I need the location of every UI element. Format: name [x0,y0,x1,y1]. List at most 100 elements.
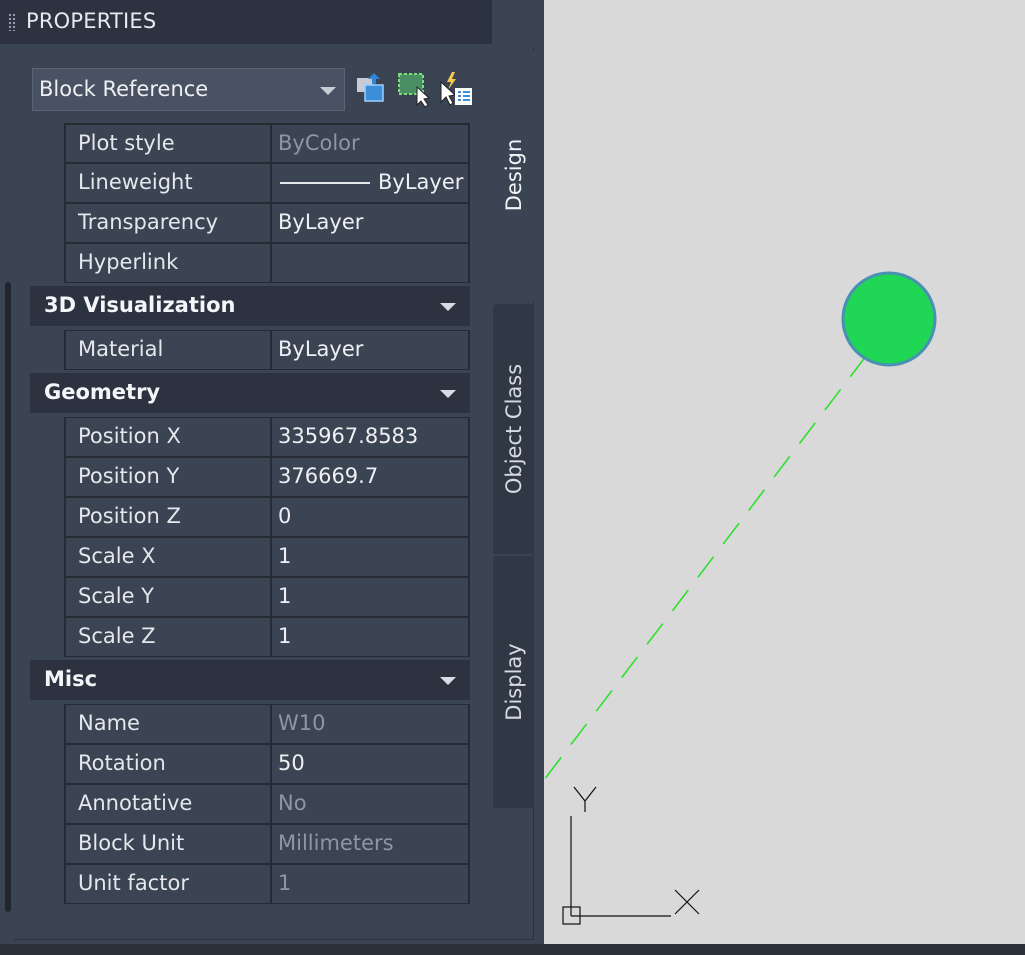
property-value[interactable]: 50 [274,745,468,783]
category-bar: Misc [30,660,470,700]
property-label: Annotative [66,785,272,823]
property-value[interactable]: 376669.7 [274,458,468,496]
property-label: Rotation [66,745,272,783]
property-value[interactable]: ByColor [274,125,468,163]
property-value[interactable]: ByLayer [274,204,468,242]
property-cells: Scale Z1 [64,617,470,657]
property-cells: Rotation 50 [64,744,470,784]
property-row[interactable]: Rotation 50 [30,744,470,784]
dashed-line[interactable] [543,355,867,781]
property-value[interactable]: 1 [274,538,468,576]
property-value[interactable]: ByLayer [274,331,468,369]
property-cells: Position X 335967.8583 [64,417,470,457]
status-strip [0,944,1025,955]
property-row[interactable]: Block Unit Millimeters [30,824,470,864]
select-objects-icon[interactable] [396,70,432,108]
row-indent [30,123,64,163]
property-cells: Hyperlink [64,243,470,283]
property-row[interactable]: Hyperlink [30,243,470,283]
row-indent [30,824,64,864]
property-row[interactable]: Scale X1 [30,537,470,577]
property-row[interactable]: Plot style ByColor [30,123,470,163]
property-label: Unit factor [66,865,272,903]
property-cells: Name W10 [64,704,470,744]
property-label: Scale Z [66,618,272,656]
property-row[interactable]: Unit factor 1 [30,864,470,904]
property-row[interactable]: Position Z0 [30,497,470,537]
category-bar: 3D Visualization [30,286,470,326]
category-header[interactable]: Misc [30,657,470,704]
property-cells: Material ByLayer [64,330,470,370]
property-label: Scale Y [66,578,272,616]
property-value[interactable]: 1 [274,865,468,903]
drag-grip-icon[interactable] [8,13,17,31]
property-label: Lineweight [66,164,272,202]
block-circle[interactable] [841,271,937,367]
drawing-canvas[interactable] [543,0,1025,944]
row-indent [30,163,64,203]
row-indent [30,537,64,577]
property-cells: Unit factor 1 [64,864,470,904]
property-label: Position X [66,418,272,456]
property-row[interactable]: Name W10 [30,704,470,744]
property-cells: Position Y 376669.7 [64,457,470,497]
tab-design[interactable]: Design [493,48,534,302]
lineweight-sample [280,182,370,184]
palette-title: PROPERTIES [26,9,157,33]
toggle-pickadd-icon[interactable] [438,70,474,108]
object-type-dropdown[interactable]: Block Reference [32,68,345,111]
tab-display[interactable]: Display [493,556,534,808]
property-value[interactable] [274,244,468,282]
row-indent [30,617,64,657]
row-indent [30,744,64,784]
collapse-chevron-icon[interactable] [440,677,456,685]
property-value[interactable]: No [274,785,468,823]
row-indent [30,457,64,497]
tab-design-label: Design [501,138,526,212]
row-indent [30,704,64,744]
property-row[interactable]: Lineweight ByLayer [30,163,470,203]
property-row[interactable]: Annotative No [30,784,470,824]
collapse-chevron-icon[interactable] [440,303,456,311]
chevron-down-icon [320,87,336,95]
property-label: Position Y [66,458,272,496]
category-header[interactable]: 3D Visualization [30,283,470,330]
property-cells: Annotative No [64,784,470,824]
property-cells: Lineweight ByLayer [64,163,470,203]
property-cells: Plot style ByColor [64,123,470,163]
property-value[interactable]: ByLayer [274,164,468,202]
tab-display-label: Display [501,643,526,721]
property-label: Scale X [66,538,272,576]
property-value[interactable]: W10 [274,705,468,743]
property-value[interactable]: 0 [274,498,468,536]
property-row[interactable]: Material ByLayer [30,330,470,370]
property-cells: Transparency ByLayer [64,203,470,243]
property-row[interactable]: Scale Z1 [30,617,470,657]
property-cells: Block Unit Millimeters [64,824,470,864]
property-label: Transparency [66,204,272,242]
property-row[interactable]: Scale Y1 [30,577,470,617]
quick-select-icon[interactable] [354,70,390,108]
category-bar: Geometry [30,373,470,413]
property-label: Hyperlink [66,244,272,282]
scrollbar[interactable] [5,282,11,912]
tab-object-class-label: Object Class [501,363,526,495]
property-label: Block Unit [66,825,272,863]
property-value[interactable]: Millimeters [274,825,468,863]
property-row[interactable]: Position X 335967.8583 [30,417,470,457]
property-value[interactable]: 335967.8583 [274,418,468,456]
property-row[interactable]: Transparency ByLayer [30,203,470,243]
palette-title-bar[interactable]: PROPERTIES [0,0,492,44]
category-header[interactable]: Geometry [30,370,470,417]
row-indent [30,330,64,370]
collapse-chevron-icon[interactable] [440,390,456,398]
property-label: Position Z [66,498,272,536]
property-row[interactable]: Position Y 376669.7 [30,457,470,497]
property-value[interactable]: 1 [274,618,468,656]
tab-object-class[interactable]: Object Class [493,304,534,554]
property-value[interactable]: 1 [274,578,468,616]
row-indent [30,784,64,824]
category-name: Geometry [44,380,161,404]
row-indent [30,864,64,904]
row-indent [30,203,64,243]
